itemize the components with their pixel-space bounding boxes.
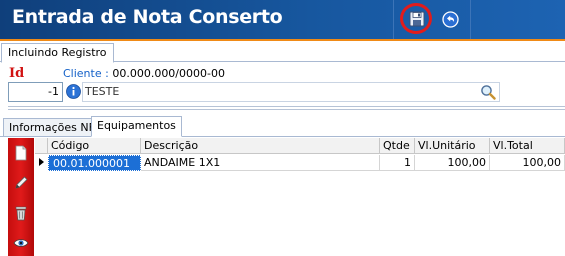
column-header-vl-total[interactable]: Vl.Total <box>490 138 565 154</box>
save-highlight-circle <box>400 3 432 34</box>
cell-vl-unitario[interactable]: 100,00 <box>415 155 490 171</box>
equipment-grid: Código Descrição Qtde Vl.Unitário Vl.Tot… <box>35 138 565 256</box>
cell-descricao[interactable]: ANDAIME 1X1 <box>141 155 380 171</box>
toolbar-separator <box>393 0 394 39</box>
title-bar: Entrada de Nota Conserto <box>0 0 565 41</box>
cell-qtde[interactable]: 1 <box>380 155 415 171</box>
column-header-vl-unitario[interactable]: Vl.Unitário <box>415 138 490 154</box>
detail-tabs: Informações NF Equipamentos <box>0 116 565 137</box>
edit-pencil-icon[interactable] <box>13 175 29 191</box>
column-header-codigo[interactable]: Código <box>48 138 141 154</box>
new-document-icon[interactable] <box>13 145 29 161</box>
current-row-arrow-icon <box>39 158 44 166</box>
search-icon[interactable] <box>480 84 496 100</box>
cliente-label: Cliente : 00.000.000/0000-00 <box>63 67 225 80</box>
cell-vl-total[interactable]: 100,00 <box>490 155 565 171</box>
section-divider <box>8 106 565 110</box>
tab-informacoes-nf[interactable]: Informações NF <box>3 118 101 137</box>
undo-icon <box>441 10 459 28</box>
grid-action-toolbar <box>8 138 34 256</box>
grid-header: Código Descrição Qtde Vl.Unitário Vl.Tot… <box>35 138 565 154</box>
cliente-field[interactable]: TESTE <box>82 82 500 102</box>
record-tabs: Incluindo Registro <box>0 41 565 63</box>
view-eye-icon[interactable] <box>13 235 29 251</box>
window-title: Entrada de Nota Conserto <box>12 6 283 28</box>
column-header-descricao[interactable]: Descrição <box>141 138 380 154</box>
id-label: Id <box>9 66 25 81</box>
id-field[interactable]: -1 <box>8 82 63 102</box>
tab-equipamentos[interactable]: Equipamentos <box>91 116 182 137</box>
cliente-doc: 00.000.000/0000-00 <box>112 67 225 80</box>
toolbar-separator <box>470 0 471 39</box>
info-icon[interactable] <box>66 84 81 99</box>
delete-trash-icon[interactable] <box>13 205 29 221</box>
back-button[interactable] <box>436 5 464 33</box>
grid-corner <box>35 138 48 154</box>
cliente-label-key: Cliente : <box>63 67 109 80</box>
column-header-qtde[interactable]: Qtde <box>380 138 415 154</box>
tab-incluindo-registro[interactable]: Incluindo Registro <box>1 43 114 63</box>
cell-codigo[interactable]: 00.01.000001 <box>48 155 141 171</box>
